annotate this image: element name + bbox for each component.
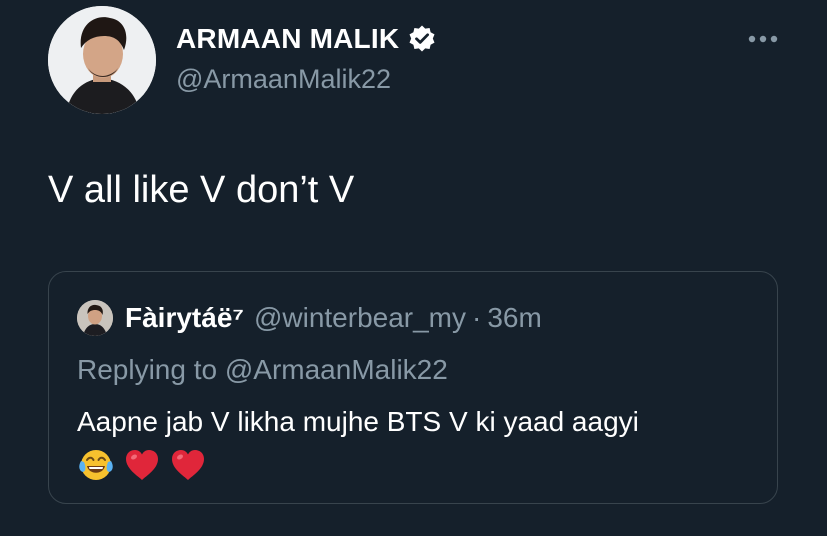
quoted-author-display-name[interactable]: Fàirytáë⁷ [125,302,244,334]
red-heart-icon [169,446,207,484]
quoted-tweet-emoji-row [77,446,207,484]
quoted-author-handle[interactable]: @winterbear_my [254,302,466,334]
reply-context: Replying to @ArmaanMalik22 [77,354,448,385]
author-display-name[interactable]: ARMAAN MALIK [176,22,399,56]
author-name-row: ARMAAN MALIK [176,22,437,56]
quoted-tweet-card[interactable]: Fàirytáë⁷ @winterbear_my · 36m Replying … [48,271,778,504]
verified-badge-icon [407,24,437,54]
quoted-tweet-header: Fàirytáë⁷ @winterbear_my · 36m [77,300,542,336]
author-avatar[interactable] [48,6,156,114]
author-handle[interactable]: @ArmaanMalik22 [176,62,391,96]
more-options-icon[interactable] [746,30,780,48]
face-with-tears-of-joy-icon [77,446,115,484]
separator-dot: · [472,302,482,333]
quoted-author-avatar[interactable] [77,300,113,336]
quoted-tweet-timestamp[interactable]: 36m [487,302,541,334]
red-heart-icon [123,446,161,484]
tweet-text: V all like V don’t V [48,169,355,211]
quoted-tweet-text: Aapne jab V likha mujhe BTS V ki yaad aa… [77,406,639,437]
tweet-detail: ARMAAN MALIK @ArmaanMalik22 V all like V… [0,0,827,536]
